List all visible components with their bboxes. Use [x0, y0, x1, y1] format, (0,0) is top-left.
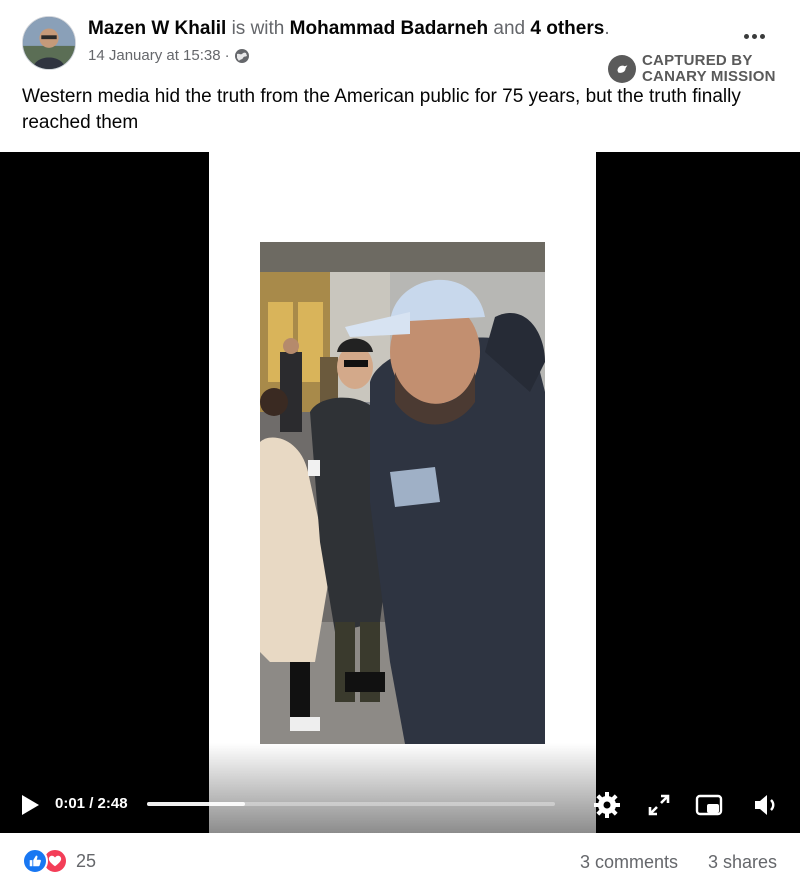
post-text: Western media hid the truth from the Ame… [22, 86, 741, 133]
watermark-line1: CAPTURED BY [642, 52, 753, 69]
post-meta: 14 January at 15:38 · [88, 47, 250, 64]
author-line: Mazen W Khalil is with Mohammad Badarneh… [88, 17, 610, 41]
video-player[interactable]: 0:01 / 2:48 [0, 152, 800, 833]
post-footer: 25 3 comments 3 shares [0, 840, 800, 882]
expand-icon[interactable] [644, 790, 674, 820]
picture-in-picture-icon[interactable] [694, 790, 724, 820]
tagged-person[interactable]: Mohammad Badarneh [290, 18, 488, 39]
globe-icon[interactable] [234, 48, 250, 64]
and-text: and [493, 18, 526, 39]
video-frame [209, 152, 596, 833]
post-header: Mazen W Khalil is with Mohammad Badarneh… [0, 0, 800, 85]
period: . [604, 18, 610, 39]
meta-separator: · [224, 47, 230, 64]
more-options-icon[interactable] [744, 30, 770, 42]
canary-logo-icon [608, 55, 636, 83]
volume-icon[interactable] [750, 790, 780, 820]
video-progress-fill [147, 802, 245, 806]
video-thumbnail[interactable] [260, 242, 545, 744]
canary-mission-watermark: CAPTURED BY CANARY MISSION [608, 53, 776, 85]
video-progress-bar[interactable] [147, 802, 555, 806]
video-controls: 0:01 / 2:48 [0, 784, 800, 824]
watermark-line2: CANARY MISSION [642, 68, 776, 85]
reaction-count: 25 [76, 850, 97, 871]
author-name[interactable]: Mazen W Khalil [88, 18, 226, 39]
like-reaction-icon [22, 848, 48, 874]
video-time: 0:01 / 2:48 [55, 795, 128, 812]
shares-link[interactable]: 3 shares [708, 852, 777, 873]
post-timestamp[interactable]: 14 January at 15:38 [88, 47, 221, 64]
with-text: is with [231, 18, 285, 39]
watermark-text: CAPTURED BY CANARY MISSION [642, 53, 776, 85]
gear-icon[interactable] [592, 790, 622, 820]
tagged-others[interactable]: 4 others [530, 18, 604, 39]
reactions-summary[interactable]: 25 [22, 848, 96, 874]
play-icon[interactable] [20, 794, 40, 816]
comments-link[interactable]: 3 comments [580, 852, 678, 873]
author-avatar[interactable] [22, 16, 76, 70]
